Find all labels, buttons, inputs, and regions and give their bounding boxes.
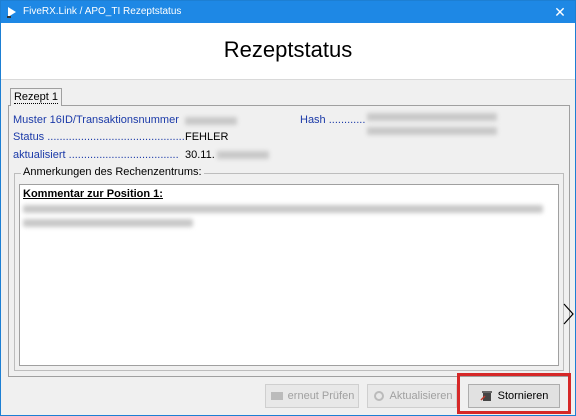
stornieren-highlight-box	[457, 373, 571, 414]
muster-value	[185, 115, 237, 127]
aktualisieren-button[interactable]: Aktualisieren	[367, 384, 457, 408]
erneut-pruefen-label: erneut Prüfen	[287, 390, 355, 402]
remarks-group: Anmerkungen des Rechenzentrums: Kommenta…	[14, 166, 564, 371]
aktualisiert-label: aktualisiert ...........................…	[13, 149, 179, 161]
rezeptstatus-window: FiveRX.Link / APO_TI Rezeptstatus ✕ Reze…	[0, 0, 576, 416]
aktualisiert-value: 30.11.	[185, 149, 269, 161]
erneut-pruefen-button[interactable]: erneut Prüfen	[265, 384, 359, 408]
remarks-group-label: Anmerkungen des Rechenzentrums:	[21, 166, 204, 178]
muster-label: Muster 16ID/Transaktionsnummer	[13, 114, 179, 126]
status-value: FEHLER	[185, 131, 229, 143]
resize-cursor-icon	[563, 303, 574, 325]
refresh-icon	[373, 391, 384, 401]
page-title: Rezeptstatus	[223, 37, 353, 62]
remarks-textarea[interactable]: Kommentar zur Position 1:	[19, 184, 559, 366]
aktualisieren-label: Aktualisieren	[389, 390, 453, 402]
hash-label: Hash ............	[300, 114, 366, 126]
comment-heading: Kommentar zur Position 1:	[23, 188, 163, 200]
check-icon	[270, 392, 283, 400]
app-icon	[7, 7, 16, 18]
close-icon[interactable]: ✕	[545, 1, 575, 23]
window-title: FiveRX.Link / APO_TI Rezeptstatus	[23, 6, 182, 17]
page-header: Rezeptstatus	[1, 23, 575, 80]
comment-text-redacted	[23, 203, 543, 228]
tab-panel: Muster 16ID/Transaktionsnummer Hash ....…	[8, 105, 570, 377]
status-label: Status .................................…	[13, 131, 185, 143]
tab-rezept-1[interactable]: Rezept 1	[10, 88, 62, 106]
tab-label: Rezept 1	[13, 91, 59, 104]
title-bar[interactable]: FiveRX.Link / APO_TI Rezeptstatus ✕	[1, 1, 575, 23]
hash-value	[367, 111, 497, 136]
